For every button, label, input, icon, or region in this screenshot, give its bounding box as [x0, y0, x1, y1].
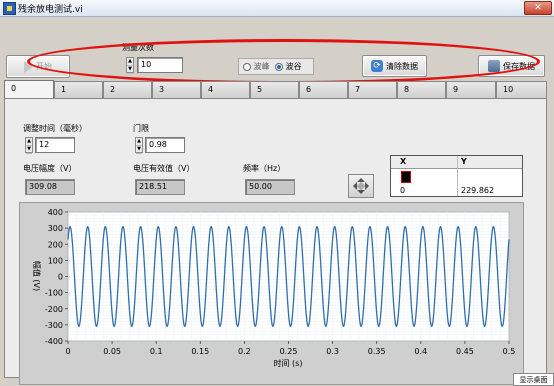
- y-tick-label: 100: [48, 256, 63, 265]
- refresh-icon: ⟳: [371, 60, 383, 72]
- x-tick-label: 0.1: [150, 347, 163, 356]
- stepper-down-icon[interactable]: ▼: [26, 146, 32, 154]
- rms-indicator: 218.51: [135, 179, 185, 195]
- cursor-mover-button[interactable]: [348, 174, 374, 198]
- radio-peak[interactable]: [243, 62, 251, 71]
- y-tick-label: -300: [45, 321, 63, 330]
- adjust-time-stepper[interactable]: ▲ ▼: [25, 137, 33, 154]
- adjust-time-input[interactable]: 12: [35, 137, 75, 153]
- save-icon: [488, 60, 500, 72]
- tab-10[interactable]: 10: [496, 81, 547, 98]
- table-col-divider: [457, 156, 458, 196]
- amplitude-label: 电压幅度（V）: [23, 164, 77, 173]
- cursor-x-value: 0: [400, 186, 406, 195]
- stepper-down-icon[interactable]: ▼: [127, 66, 133, 74]
- front-panel: 开始 测量次数 ▲ ▼ 10 波峰 波谷 ⟳ 清除数据 保存数据 0 1 2 3…: [0, 17, 554, 386]
- y-tick-label: 0: [58, 273, 63, 282]
- y-tick-label: 400: [48, 208, 63, 217]
- stepper-up-icon[interactable]: ▲: [136, 138, 142, 146]
- y-axis-label: 幅值 (V): [32, 261, 42, 291]
- tab-9[interactable]: 9: [446, 81, 496, 98]
- stepper-up-icon[interactable]: ▲: [127, 58, 133, 66]
- cursor-move-icon: [353, 178, 369, 194]
- save-data-label: 保存数据: [503, 61, 535, 71]
- x-tick-label: 0.35: [368, 347, 386, 356]
- tab-8[interactable]: 8: [397, 81, 446, 98]
- x-tick-label: 0.05: [103, 347, 121, 356]
- x-tick-label: 0.45: [456, 347, 474, 356]
- cursor-table: X Y 0 229.862: [390, 155, 523, 197]
- tab-4[interactable]: 4: [201, 81, 250, 98]
- frequency-indicator: 50.00: [245, 179, 295, 195]
- amplitude-indicator: 309.08: [25, 179, 75, 195]
- tab-7[interactable]: 7: [348, 81, 397, 98]
- peak-valley-radio-group: 波峰 波谷: [238, 58, 314, 75]
- count-input[interactable]: 10: [137, 57, 183, 73]
- title-bar: 残余放电测试.vi ✕: [0, 0, 554, 17]
- frequency-label: 频率（Hz）: [243, 164, 286, 173]
- waveform-chart[interactable]: 0 0.05 0.1 0.15 0.2 0.25 0.3 0.35 0.4 0.45 0.5 400 3…: [20, 203, 523, 384]
- clear-data-label: 清除数据: [386, 61, 418, 71]
- x-tick-label: 0.4: [414, 347, 427, 356]
- tab-6[interactable]: 6: [299, 81, 348, 98]
- tab-0[interactable]: 0: [4, 80, 54, 99]
- threshold-input[interactable]: 0.98: [145, 137, 185, 153]
- tab-strip: 0 1 2 3 4 5 6 7 8 9 10: [4, 80, 547, 99]
- x-tick-label: 0.2: [238, 347, 251, 356]
- show-desktop-button[interactable]: 显示桌面: [513, 373, 554, 386]
- cursor-marker-icon[interactable]: [401, 171, 411, 183]
- start-button[interactable]: 开始: [6, 55, 70, 78]
- save-data-button[interactable]: 保存数据: [478, 55, 545, 77]
- rms-label: 电压有效值（V）: [133, 164, 195, 173]
- radio-valley[interactable]: [275, 62, 284, 71]
- tab-3[interactable]: 3: [152, 81, 201, 98]
- tab-5[interactable]: 5: [250, 81, 299, 98]
- grid-lines: [67, 211, 510, 342]
- y-tick-label: 300: [48, 224, 63, 233]
- x-tick-label: 0: [65, 347, 70, 356]
- y-tick-label: -200: [45, 305, 63, 314]
- window-title: 残余放电测试.vi: [18, 5, 83, 15]
- y-tick-label: -100: [45, 289, 63, 298]
- waveform-graph: 0 0.05 0.1 0.15 0.2 0.25 0.3 0.35 0.4 0.45 0.5 400 3…: [19, 202, 524, 385]
- threshold-stepper[interactable]: ▲ ▼: [135, 137, 143, 154]
- x-axis-label: 时间 (s): [274, 358, 303, 368]
- stepper-down-icon[interactable]: ▼: [136, 146, 142, 154]
- count-stepper[interactable]: ▲ ▼: [126, 57, 134, 74]
- table-header-y: Y: [461, 157, 467, 166]
- radio-valley-label: 波谷: [285, 62, 302, 71]
- y-tick-label: 200: [48, 240, 63, 249]
- count-label: 测量次数: [122, 43, 154, 52]
- adjust-time-label: 调整时间（毫秒）: [23, 124, 87, 133]
- x-tick-label: 0.5: [503, 347, 516, 356]
- x-tick-label: 0.25: [280, 347, 298, 356]
- tab-2[interactable]: 2: [103, 81, 152, 98]
- x-tick-label: 0.15: [191, 347, 209, 356]
- start-label: 开始: [36, 62, 52, 71]
- y-tick-label: -400: [45, 337, 63, 346]
- radio-peak-label: 波峰: [253, 62, 270, 71]
- threshold-label: 门限: [133, 124, 149, 133]
- x-tick-label: 0.3: [326, 347, 339, 356]
- play-icon: [24, 60, 33, 73]
- cursor-y-value: 229.862: [461, 186, 495, 195]
- close-button[interactable]: ✕: [524, 1, 552, 15]
- tab-1[interactable]: 1: [54, 81, 103, 98]
- vi-app-icon: [3, 2, 16, 15]
- clear-data-button[interactable]: ⟳ 清除数据: [362, 55, 427, 77]
- stepper-up-icon[interactable]: ▲: [26, 138, 32, 146]
- table-header-x: X: [400, 157, 407, 166]
